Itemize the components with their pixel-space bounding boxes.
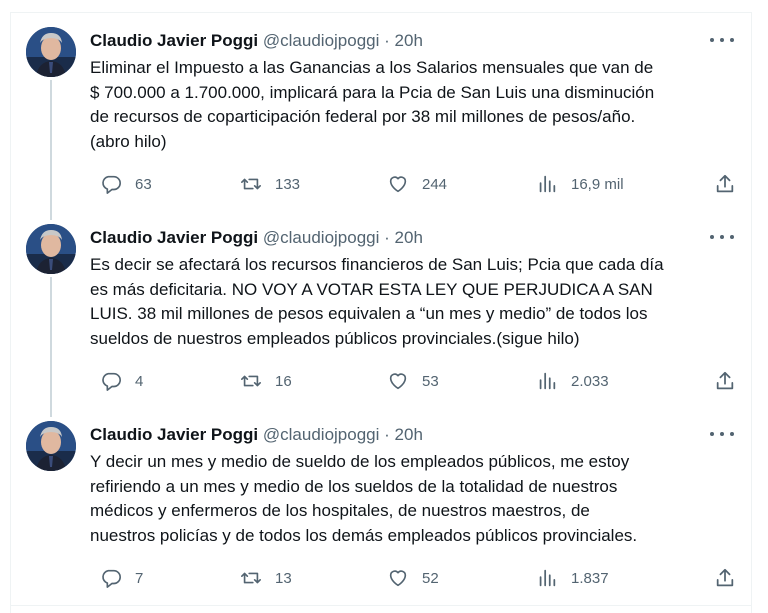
tweet-header: Claudio Javier Poggi @claudiojpoggi · 20… [90, 227, 423, 249]
reply-count: 63 [135, 175, 152, 193]
views-chart-icon [539, 569, 556, 587]
like-count: 53 [422, 372, 439, 390]
retweet-button[interactable]: 133 [240, 172, 300, 196]
share-icon [716, 371, 734, 390]
share-icon [716, 568, 734, 587]
heart-icon [389, 373, 407, 390]
reply-button[interactable]: 4 [100, 369, 143, 393]
separator-dot: · [384, 31, 390, 50]
tweet-time[interactable]: 20h [395, 31, 423, 50]
avatar-photo [26, 421, 76, 471]
author-name[interactable]: Claudio Javier Poggi [90, 425, 258, 444]
share-button[interactable] [714, 369, 736, 393]
author-handle[interactable]: @claudiojpoggi [263, 425, 380, 444]
tweet-text: Y decir un mes y medio de sueldo de los … [90, 452, 638, 545]
views-chart-icon [539, 372, 556, 390]
separator-dot: · [384, 228, 390, 247]
heart-icon [389, 176, 407, 193]
reply-icon [102, 569, 121, 588]
more-icon[interactable] [710, 424, 734, 444]
retweet-icon [241, 178, 261, 190]
share-icon [716, 174, 734, 193]
tweet-text: Eliminar el Impuesto a las Ganancias a l… [90, 58, 655, 151]
retweet-button[interactable]: 16 [240, 369, 292, 393]
like-button[interactable]: 52 [387, 566, 439, 590]
like-button[interactable]: 53 [387, 369, 439, 393]
views-button[interactable]: 2.033 [536, 369, 609, 393]
tweet[interactable]: Claudio Javier Poggi @claudiojpoggi · 20… [10, 203, 752, 412]
reply-button[interactable]: 7 [100, 566, 143, 590]
reply-count: 4 [135, 372, 144, 390]
tweet-header: Claudio Javier Poggi @claudiojpoggi · 20… [90, 30, 423, 52]
tweet[interactable]: Claudio Javier Poggi @claudiojpoggi · 20… [10, 400, 752, 605]
views-button[interactable]: 1.837 [536, 566, 609, 590]
separator-dot: · [384, 425, 390, 444]
retweet-button[interactable]: 13 [240, 566, 292, 590]
tweet-header: Claudio Javier Poggi @claudiojpoggi · 20… [90, 424, 423, 446]
avatar[interactable] [26, 421, 76, 471]
tweet-text: Es decir se afectará los recursos financ… [90, 255, 664, 348]
more-icon[interactable] [710, 30, 734, 50]
like-button[interactable]: 244 [387, 172, 447, 196]
tweet-actions: 63 133 244 16,9 mil [90, 172, 742, 196]
thread-line [50, 80, 52, 215]
views-count: 1.837 [571, 569, 609, 587]
reply-icon [102, 175, 121, 194]
views-count: 2.033 [571, 372, 609, 390]
thread-line-top [50, 400, 52, 417]
views-chart-icon [539, 175, 556, 193]
reply-icon [102, 372, 121, 391]
like-count: 244 [422, 175, 448, 193]
tweet-actions: 4 16 53 2.033 [90, 369, 742, 393]
reply-count: 7 [135, 569, 144, 587]
reply-button[interactable]: 63 [100, 172, 152, 196]
tweet-time[interactable]: 20h [395, 228, 423, 247]
avatar[interactable] [26, 27, 76, 77]
thread-line [50, 277, 52, 412]
thread-line-top [50, 203, 52, 220]
views-button[interactable]: 16,9 mil [536, 172, 624, 196]
divider [10, 605, 752, 606]
share-button[interactable] [714, 172, 736, 196]
views-count: 16,9 mil [571, 175, 624, 193]
more-icon[interactable] [710, 227, 734, 247]
avatar-photo [26, 27, 76, 77]
retweet-icon [241, 572, 261, 584]
retweet-count: 133 [275, 175, 301, 193]
retweet-count: 13 [275, 569, 292, 587]
tweet-actions: 7 13 52 1.837 [90, 566, 742, 590]
author-name[interactable]: Claudio Javier Poggi [90, 31, 258, 50]
avatar[interactable] [26, 224, 76, 274]
author-handle[interactable]: @claudiojpoggi [263, 31, 380, 50]
tweet[interactable]: Claudio Javier Poggi @claudiojpoggi · 20… [10, 12, 752, 215]
author-name[interactable]: Claudio Javier Poggi [90, 228, 258, 247]
author-handle[interactable]: @claudiojpoggi [263, 228, 380, 247]
like-count: 52 [422, 569, 439, 587]
heart-icon [389, 570, 407, 587]
tweet-time[interactable]: 20h [395, 425, 423, 444]
share-button[interactable] [714, 566, 736, 590]
retweet-count: 16 [275, 372, 292, 390]
avatar-photo [26, 224, 76, 274]
retweet-icon [241, 375, 261, 387]
